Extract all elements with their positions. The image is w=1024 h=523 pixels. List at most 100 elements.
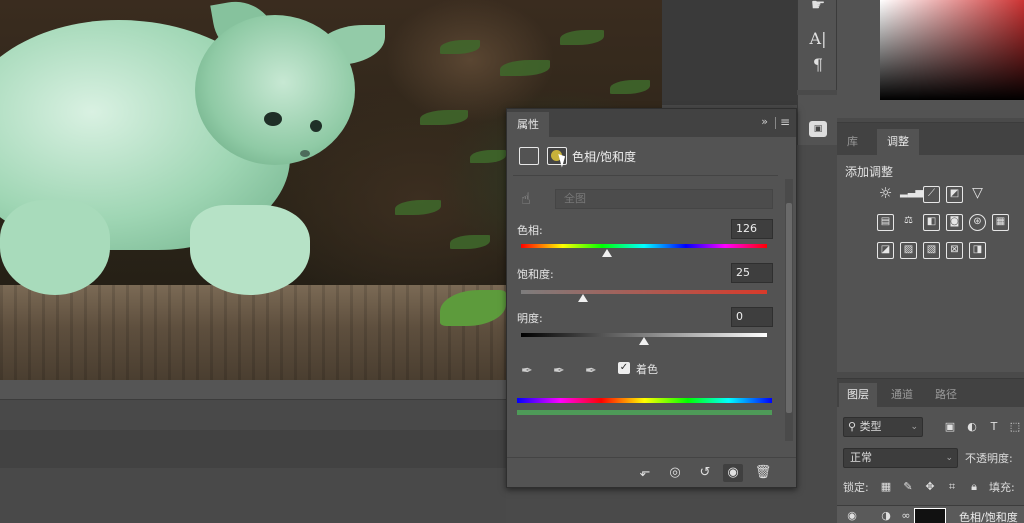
eyedropper-icon[interactable]: ✒ (521, 363, 533, 379)
background-leaf (440, 40, 480, 54)
tab-libraries[interactable]: 库 (837, 129, 868, 155)
adjustment-filter-icon[interactable]: ◐ (965, 420, 979, 434)
tab-layers[interactable]: 图层 (839, 383, 877, 407)
canvas-horizontal-bar (0, 380, 506, 400)
paragraph-panel-icon[interactable]: ¶ (806, 54, 830, 76)
adjustment-icons-row-1: ☼ ▂▃▅ ⟋ ◩ ▽ (877, 186, 986, 203)
tab-channels[interactable]: 通道 (883, 383, 921, 407)
view-previous-state-icon[interactable]: ◎ (665, 464, 685, 482)
tab-paths[interactable]: 路径 (927, 383, 965, 407)
adjustment-type-title: 色相/饱和度 (572, 150, 637, 164)
posterize-icon[interactable]: ▨ (900, 242, 917, 259)
wooden-log (0, 285, 520, 380)
kitten-leg (190, 205, 310, 295)
layer-mask-thumbnail[interactable] (914, 508, 946, 523)
tab-adjustments[interactable]: 调整 (877, 129, 919, 155)
lightness-value-input[interactable]: 0 (731, 307, 773, 327)
black-white-icon[interactable]: ◧ (923, 214, 940, 231)
channel-mixer-icon[interactable]: ⊛ (969, 214, 986, 231)
adjustment-icons-row-2: ▤ ⚖ ◧ ◙ ⊛ ▦ (877, 214, 1009, 231)
blend-mode-select[interactable]: 正常 ⌄ (843, 448, 958, 468)
hue-slider-thumb[interactable] (602, 249, 613, 257)
colorize-checkbox[interactable]: ✓ (618, 362, 630, 374)
lock-all-icon[interactable]: 🔒︎ (967, 480, 981, 494)
link-icon: ∞ (901, 509, 911, 522)
background-leaf (470, 150, 506, 163)
eyedropper-plus-icon[interactable]: ✒ (553, 363, 565, 379)
saturation-label: 饱和度: (517, 268, 554, 281)
color-balance-icon[interactable]: ⚖ (900, 214, 917, 231)
adjustment-layer-icon: ◑ (881, 509, 891, 522)
adjustments-tab-bar: 库 调整 (837, 123, 1024, 155)
exposure-icon[interactable]: ◩ (946, 186, 963, 203)
workspace-background (662, 0, 797, 105)
opacity-label: 不透明度: (965, 452, 1013, 465)
vibrance-icon[interactable]: ▽ (969, 186, 986, 203)
background-leaf (420, 110, 468, 125)
layers-panel: 图层 通道 路径 ⚲ 类型 ⌄ ▣ ◐ T ⬚ 正常 ⌄ 不透明度: 锁定: ▦… (837, 378, 1024, 523)
photo-filter-icon[interactable]: ◙ (946, 214, 963, 231)
lock-transparency-icon[interactable]: ▦ (879, 480, 893, 494)
panel-menu-button[interactable]: ≡ (780, 115, 790, 129)
levels-icon[interactable]: ▂▃▅ (900, 186, 923, 203)
header-divider (775, 117, 776, 129)
colorize-label: 着色 (636, 363, 658, 376)
saturation-value-input[interactable]: 25 (731, 263, 773, 283)
input-color-spectrum-bar (517, 398, 772, 403)
kitten-nose (300, 150, 310, 157)
layer-filter-select[interactable]: ⚲ 类型 ⌄ (843, 417, 923, 437)
collapse-panel-button[interactable]: » (761, 115, 768, 128)
adjustment-icons-row-3: ◪ ▨ ▧ ⊠ ◨ (877, 242, 986, 259)
clip-to-layer-icon[interactable]: ⬐ (635, 464, 655, 482)
kitten-eye (264, 112, 282, 126)
hue-slider-track[interactable] (521, 244, 767, 248)
adjustment-mode-icon[interactable] (519, 147, 539, 165)
curves-icon[interactable]: ⟋ (923, 186, 940, 203)
hue-label: 色相: (517, 224, 543, 237)
invert-icon[interactable]: ◪ (877, 242, 894, 259)
background-leaf (500, 60, 550, 76)
scrollbar-thumb[interactable] (786, 203, 792, 413)
layer-row[interactable]: ◉ ◑ ∞ 色相/饱和度 (837, 505, 1024, 523)
reset-icon[interactable]: ↺ (695, 464, 715, 482)
hand-tool-icon[interactable]: ☛ (806, 0, 830, 16)
adjustments-panel: 库 调整 添加调整 ☼ ▂▃▅ ⟋ ◩ ▽ ▤ ⚖ ◧ ◙ ⊛ ▦ ◪ ▨ ▧ … (837, 122, 1024, 372)
layers-tab-bar: 图层 通道 路径 (837, 379, 1024, 407)
saturation-slider-thumb[interactable] (577, 294, 588, 302)
lock-artboard-icon[interactable]: ⌗ (945, 480, 959, 494)
properties-header: 属性 » ≡ (507, 109, 796, 137)
visibility-eye-icon[interactable]: ◉ (845, 509, 859, 523)
brightness-contrast-icon[interactable]: ☼ (877, 186, 894, 203)
type-filter-icon[interactable]: T (987, 420, 1001, 434)
toggle-visibility-icon[interactable]: ◉ (723, 464, 743, 482)
channel-range-select[interactable]: 全图 (555, 189, 773, 209)
background-leaf (395, 200, 441, 215)
lightness-slider-thumb[interactable] (639, 337, 649, 345)
shape-filter-icon[interactable]: ⬚ (1008, 420, 1022, 434)
properties-tab[interactable]: 属性 (507, 112, 549, 137)
properties-panel-icon[interactable]: ▣ (809, 121, 827, 137)
gradient-map-icon[interactable]: ◨ (969, 242, 986, 259)
chevron-down-icon: ⌄ (945, 453, 953, 463)
threshold-icon[interactable]: ▧ (923, 242, 940, 259)
eyedropper-minus-icon[interactable]: ✒ (585, 363, 597, 379)
targeted-adjustment-hand-icon[interactable]: ☝ (521, 189, 531, 208)
character-panel-icon[interactable]: A| (806, 28, 830, 50)
layer-name[interactable]: 色相/饱和度 (959, 509, 1018, 523)
properties-footer: ⬐ ◎ ↺ ◉ 🗑︎ (507, 457, 796, 487)
selective-color-icon[interactable]: ⊠ (946, 242, 963, 259)
lock-image-icon[interactable]: ✎ (901, 480, 915, 494)
lock-position-icon[interactable]: ✥ (923, 480, 937, 494)
background-leaf (450, 235, 490, 249)
kitten-eye (310, 120, 322, 132)
properties-scrollbar[interactable] (785, 179, 793, 441)
add-adjustment-title: 添加调整 (845, 165, 894, 179)
color-picker-field[interactable] (880, 0, 1024, 100)
properties-panel: 属性 » ≡ 色相/饱和度 ☝ 全图 色相: 126 饱和度: 25 明度: 0… (506, 108, 797, 488)
trash-icon[interactable]: 🗑︎ (753, 464, 773, 482)
hue-value-input[interactable]: 126 (731, 219, 773, 239)
hue-saturation-icon[interactable]: ▤ (877, 214, 894, 231)
pixel-filter-icon[interactable]: ▣ (943, 420, 957, 434)
saturation-slider-track[interactable] (521, 290, 767, 294)
color-lookup-icon[interactable]: ▦ (992, 214, 1009, 231)
